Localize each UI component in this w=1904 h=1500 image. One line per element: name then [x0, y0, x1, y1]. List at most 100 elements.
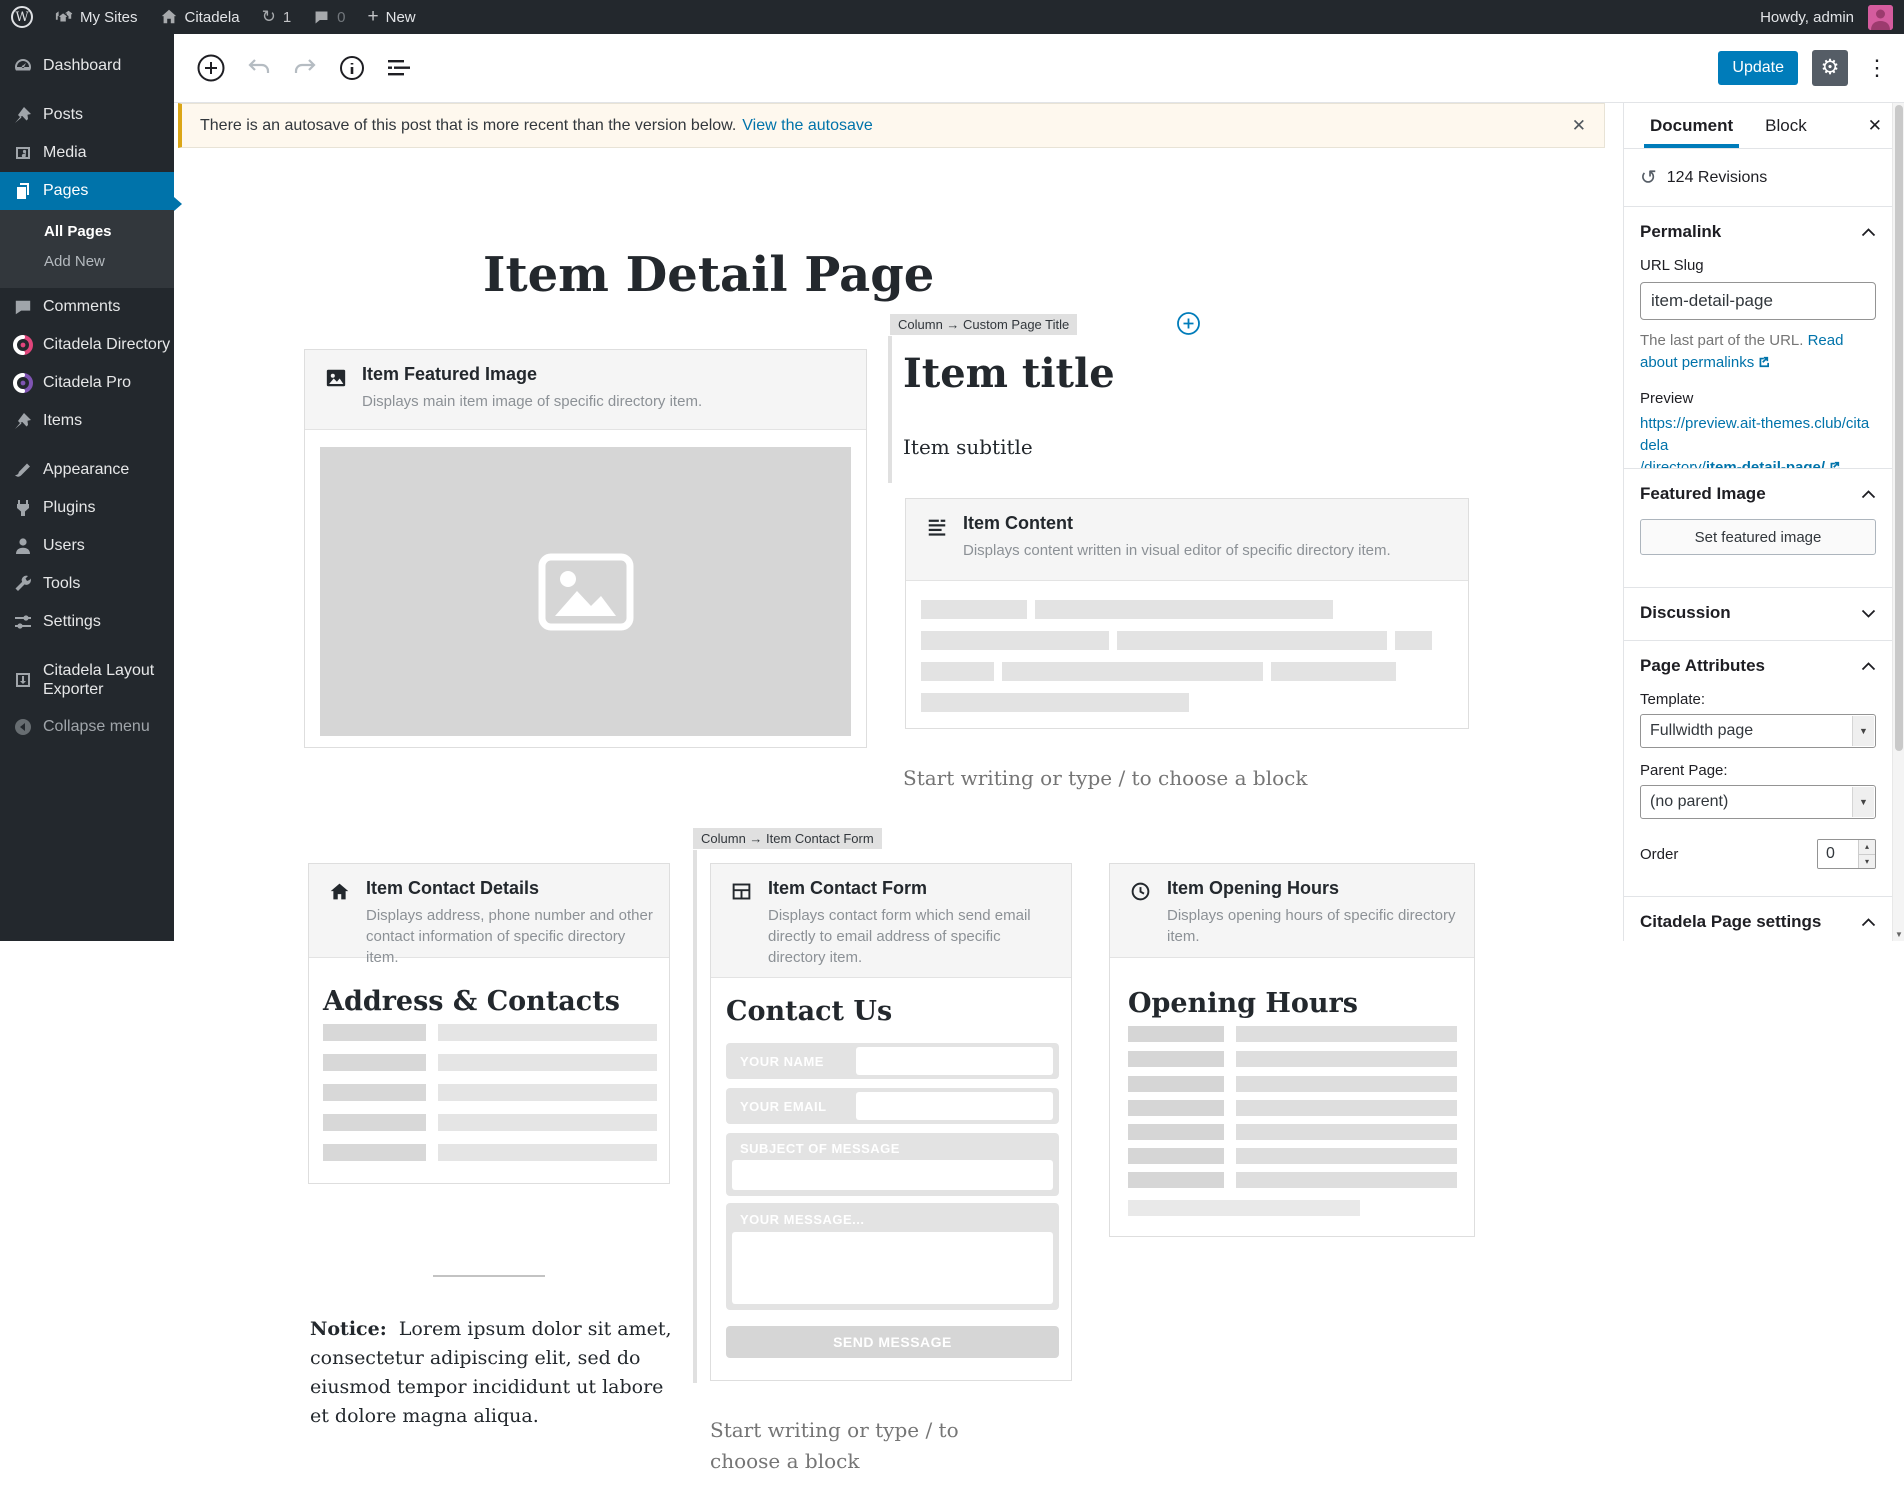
sidebar-item-citadela-pro[interactable]: Citadela Pro — [0, 364, 174, 402]
block-inserter-button[interactable] — [196, 53, 226, 83]
undo-icon[interactable] — [246, 56, 272, 80]
revisions-label: 124 Revisions — [1666, 168, 1768, 186]
block-inserter-plus-icon[interactable] — [1176, 311, 1201, 336]
clock-icon — [1130, 881, 1152, 903]
text-placeholder-bar — [1236, 1051, 1457, 1067]
text-placeholder-bar — [1236, 1026, 1457, 1042]
contact-form-heading: Contact Us — [726, 996, 893, 1027]
post-title-field[interactable]: Item Detail Page — [483, 249, 934, 302]
set-featured-image-button[interactable]: Set featured image — [1640, 519, 1876, 555]
page-attributes-panel-header[interactable]: Page Attributes — [1624, 641, 1892, 691]
text-placeholder-bar — [1271, 662, 1396, 681]
empty-paragraph-placeholder[interactable]: Start writing or type / to choose a bloc… — [903, 763, 1307, 794]
sidebar-item-posts[interactable]: Posts — [0, 96, 174, 134]
sidebar-item-items[interactable]: Items — [0, 402, 174, 440]
sidebar-item-plugins[interactable]: Plugins — [0, 489, 174, 527]
text-placeholder-bar — [1128, 1076, 1224, 1092]
new-content-label: New — [385, 8, 416, 26]
submenu-all-pages[interactable]: All Pages — [0, 217, 174, 247]
permalink-panel-body: URL Slug The last part of the URL. Read … — [1624, 257, 1892, 468]
revisions-row[interactable]: ↺ 124 Revisions — [1624, 149, 1892, 207]
preview-url-link[interactable]: https://preview.ait-themes.club/citadela… — [1640, 413, 1876, 468]
media-icon — [12, 143, 33, 164]
parent-page-select[interactable]: (no parent) ▼ — [1640, 785, 1876, 819]
sidebar-item-pages[interactable]: Pages — [0, 172, 174, 210]
block-description: Displays main item image of specific dir… — [362, 393, 703, 410]
close-sidebar-icon[interactable]: ✕ — [1868, 116, 1882, 136]
field-label: YOUR NAME — [740, 1054, 824, 1069]
my-sites-menu[interactable]: My Sites — [44, 0, 149, 34]
block-title: Item Opening Hours — [1167, 878, 1340, 898]
block-item-opening-hours[interactable]: Item Opening Hours Displays opening hour… — [1109, 863, 1475, 1237]
separator-block[interactable] — [433, 1275, 545, 1277]
block-item-contact-details[interactable]: Item Contact Details Displays address, p… — [308, 863, 670, 1184]
wordpress-editor-screen: W My Sites Citadela ↻ 1 0 + New Howdy, a… — [0, 0, 1904, 1500]
notice-dismiss-icon[interactable]: ✕ — [1572, 116, 1586, 136]
sidebar-item-settings[interactable]: Settings — [0, 603, 174, 641]
permalink-panel-header[interactable]: Permalink — [1624, 207, 1892, 257]
empty-paragraph-placeholder[interactable]: Start writing or type / to choose a bloc… — [710, 1415, 1005, 1477]
citadela-settings-panel-header[interactable]: Citadela Page settings — [1624, 897, 1892, 941]
more-options-kebab-icon[interactable]: ⋮ — [1862, 55, 1892, 81]
stepper-down-icon[interactable]: ▾ — [1859, 853, 1875, 868]
new-content-menu[interactable]: + New — [357, 0, 427, 34]
block-description: Displays contact form which send email d… — [768, 907, 1031, 966]
template-select[interactable]: Fullwidth page ▼ — [1640, 714, 1876, 748]
sidebar-item-tools[interactable]: Tools — [0, 565, 174, 603]
dashboard-icon — [12, 56, 33, 77]
tab-document[interactable]: Document — [1644, 103, 1739, 148]
stepper-up-icon[interactable]: ▴ — [1859, 840, 1875, 854]
scrollbar-down-arrow-icon[interactable]: ▼ — [1893, 930, 1904, 939]
text-placeholder-bar — [921, 693, 1189, 712]
block-header: Item Contact Details Displays address, p… — [309, 864, 669, 966]
block-item-content[interactable]: Item Content Displays content written in… — [905, 498, 1469, 729]
block-navigation-icon[interactable] — [386, 57, 412, 79]
sidebar-item-dashboard[interactable]: Dashboard — [0, 47, 174, 85]
avatar — [1868, 4, 1893, 30]
item-subtitle-block[interactable]: Item subtitle — [903, 435, 1033, 459]
admin-bar-right: Howdy, admin — [1749, 0, 1904, 34]
block-header: Item Opening Hours Displays opening hour… — [1110, 864, 1474, 958]
updates-menu[interactable]: ↻ 1 — [251, 0, 303, 34]
item-title-block[interactable]: Item title — [903, 350, 1115, 397]
sidebar-item-comments[interactable]: Comments — [0, 288, 174, 326]
sidebar-item-citadela-layout-exporter[interactable]: Citadela Layout Exporter — [0, 652, 174, 708]
citadela-pro-icon — [12, 373, 33, 394]
block-title: Item Contact Details — [366, 878, 540, 898]
sidebar-item-label: Settings — [43, 613, 101, 630]
tab-block[interactable]: Block — [1759, 103, 1813, 148]
column-breadcrumb-label: Column → Custom Page Title — [890, 314, 1078, 335]
sidebar-item-media[interactable]: Media — [0, 134, 174, 172]
discussion-panel-header[interactable]: Discussion — [1624, 588, 1892, 638]
scrollbar-thumb[interactable] — [1895, 105, 1903, 751]
comments-menu[interactable]: 0 — [302, 0, 356, 34]
chevron-up-icon — [1861, 489, 1876, 499]
contact-details-heading: Address & Contacts — [323, 986, 620, 1017]
redo-icon[interactable] — [292, 56, 318, 80]
block-title: Item Contact Form — [768, 878, 928, 898]
content-structure-icon[interactable] — [338, 54, 366, 82]
featured-image-panel-header[interactable]: Featured Image — [1624, 469, 1892, 519]
editor-canvas: There is an autosave of this post that i… — [174, 103, 1623, 1500]
block-description: Displays content written in visual edito… — [963, 542, 1391, 559]
url-slug-input[interactable] — [1640, 282, 1876, 320]
block-item-featured-image[interactable]: Item Featured Image Displays main item i… — [304, 349, 867, 748]
block-item-contact-form[interactable]: Item Contact Form Displays contact form … — [710, 863, 1072, 1381]
submenu-add-new[interactable]: Add New — [0, 247, 174, 277]
notice-paragraph[interactable]: Notice: Lorem ipsum dolor sit amet, cons… — [310, 1315, 684, 1431]
my-account-menu[interactable]: Howdy, admin — [1749, 0, 1904, 34]
sidebar-item-label: Plugins — [43, 499, 96, 516]
wordpress-logo-menu[interactable]: W — [0, 0, 44, 34]
sidebar-item-users[interactable]: Users — [0, 527, 174, 565]
sidebar-item-citadela-directory[interactable]: Citadela Directory — [0, 326, 174, 364]
update-button[interactable]: Update — [1718, 51, 1798, 85]
block-header: Item Featured Image Displays main item i… — [305, 350, 866, 430]
sidebar-item-collapse-menu[interactable]: Collapse menu — [0, 708, 174, 746]
view-autosave-link[interactable]: View the autosave — [742, 117, 872, 135]
site-name-menu[interactable]: Citadela — [149, 0, 251, 34]
settings-gear-button[interactable]: ⚙ — [1812, 50, 1848, 86]
sidebar-item-label: Citadela Layout Exporter — [43, 662, 155, 698]
pushpin-icon — [12, 411, 33, 432]
sidebar-item-appearance[interactable]: Appearance — [0, 451, 174, 489]
order-input[interactable] — [1818, 840, 1858, 868]
